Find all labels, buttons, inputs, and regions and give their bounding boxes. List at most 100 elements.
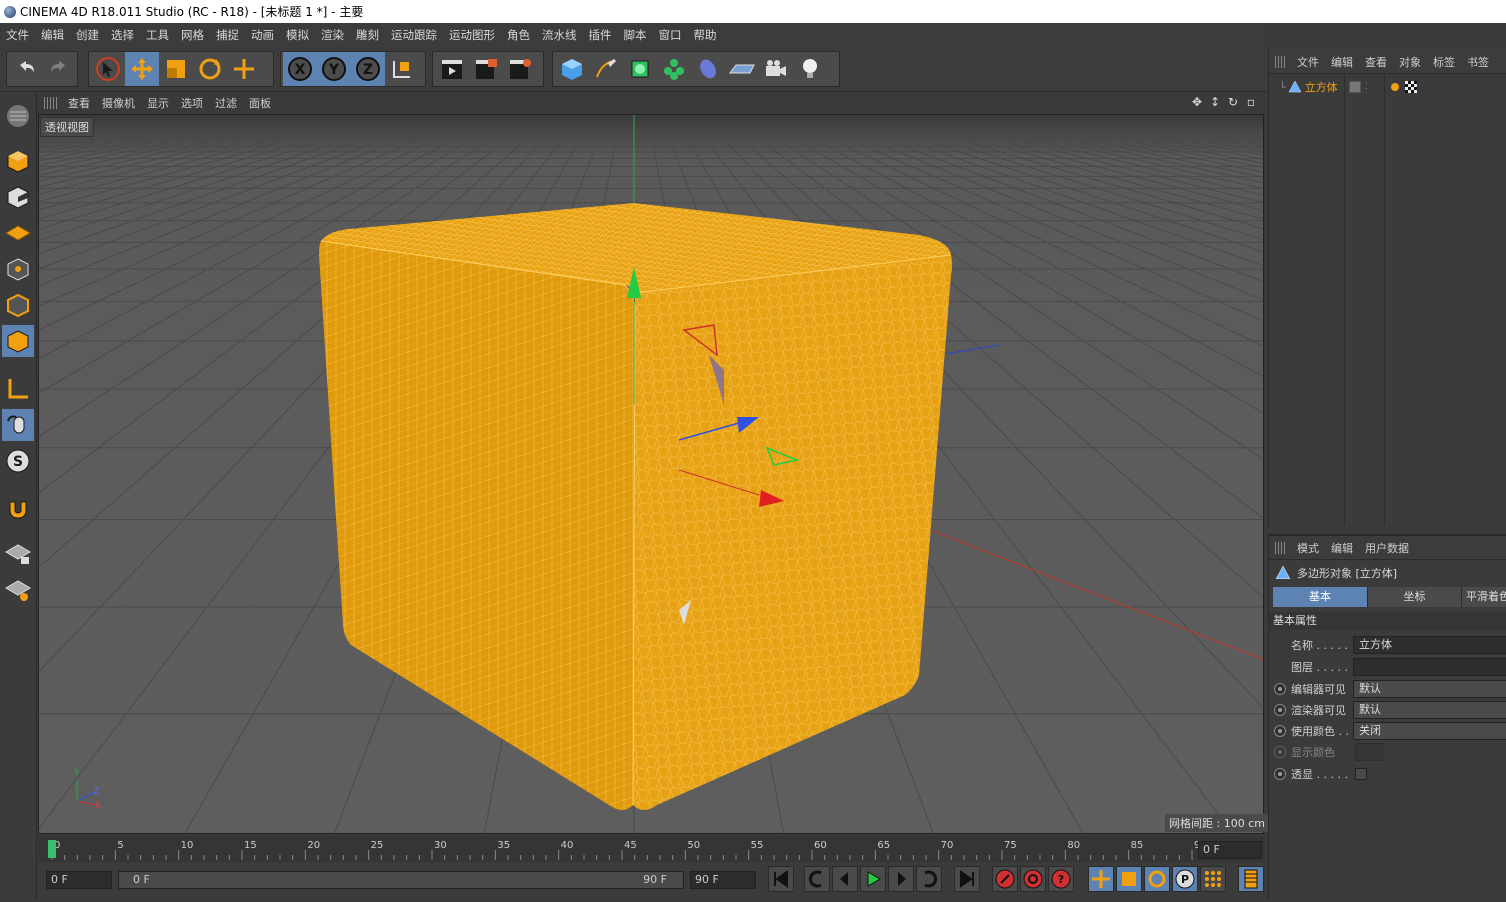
am-menu-edit[interactable]: 编辑: [1327, 540, 1361, 556]
menu-window[interactable]: 窗口: [653, 27, 688, 43]
edges-mode-icon[interactable]: [2, 289, 34, 321]
move-icon[interactable]: [125, 52, 159, 86]
record-keys-icon[interactable]: [992, 866, 1018, 892]
camera-icon[interactable]: [759, 52, 793, 86]
snap-magnet-icon[interactable]: [2, 492, 34, 524]
end-frame-field[interactable]: 90 F: [690, 871, 756, 889]
key-scale-icon[interactable]: [1116, 866, 1142, 892]
cube-icon[interactable]: [555, 52, 589, 86]
live-select-icon[interactable]: [227, 52, 261, 86]
menu-tools[interactable]: 工具: [140, 27, 175, 43]
rotate-icon[interactable]: [193, 52, 227, 86]
key-position-icon[interactable]: [1088, 866, 1114, 892]
phong-tag-icon[interactable]: [1391, 83, 1399, 91]
next-frame-icon[interactable]: [888, 866, 914, 892]
name-field[interactable]: 立方体: [1353, 636, 1506, 654]
layer-field[interactable]: [1353, 658, 1506, 676]
xray-checkbox[interactable]: [1355, 768, 1367, 780]
goto-end-icon[interactable]: [954, 866, 980, 892]
undo-icon[interactable]: [9, 52, 42, 86]
start-frame-field[interactable]: 0 F: [46, 871, 112, 889]
deformer-icon[interactable]: [691, 52, 725, 86]
render-view-icon[interactable]: [435, 52, 469, 86]
menu-character[interactable]: 角色: [501, 27, 536, 43]
scale-icon[interactable]: [159, 52, 193, 86]
viewport-menu-display[interactable]: 显示: [143, 95, 177, 111]
om-menu-file[interactable]: 文件: [1293, 54, 1327, 70]
z-axis-icon[interactable]: Z: [351, 52, 385, 86]
menu-help[interactable]: 帮助: [688, 27, 723, 43]
menu-pipeline[interactable]: 流水线: [536, 27, 583, 43]
material-tag-icon[interactable]: [1405, 81, 1417, 93]
menu-edit[interactable]: 编辑: [35, 27, 70, 43]
points-mode-icon[interactable]: [2, 253, 34, 285]
cloner-icon[interactable]: [657, 52, 691, 86]
model-mode-icon[interactable]: [2, 145, 34, 177]
autokey-icon[interactable]: [1020, 866, 1046, 892]
menu-mesh[interactable]: 网格: [175, 27, 210, 43]
pen-icon[interactable]: [589, 52, 623, 86]
animate-radio-icon[interactable]: [1274, 704, 1286, 716]
key-pla-icon[interactable]: [1200, 866, 1226, 892]
use-color-dropdown[interactable]: 关闭: [1353, 722, 1506, 740]
viewport-menu-panel[interactable]: 面板: [245, 95, 279, 111]
menu-file[interactable]: 文件: [0, 27, 35, 43]
om-menu-tags[interactable]: 标签: [1429, 54, 1463, 70]
viewport-menu-camera[interactable]: 摄像机: [98, 95, 143, 111]
visibility-dots-icon[interactable]: ⁚: [1365, 82, 1368, 92]
play-icon[interactable]: [860, 866, 886, 892]
display-color-swatch[interactable]: [1355, 743, 1383, 761]
tweak-mode-icon[interactable]: [2, 409, 34, 441]
timeline-ruler[interactable]: 051015202530354045505560657075808590 0 F: [38, 836, 1264, 862]
subdivision-icon[interactable]: [623, 52, 657, 86]
layer-icon[interactable]: [1349, 81, 1361, 93]
object-row-cube[interactable]: └ 立方体 ⁚: [1269, 78, 1506, 96]
prev-frame-icon[interactable]: [832, 866, 858, 892]
animate-radio-icon[interactable]: [1274, 725, 1286, 737]
lock-workplane-icon[interactable]: [2, 538, 34, 570]
current-frame-marker[interactable]: [48, 840, 56, 858]
menu-animate[interactable]: 动画: [245, 27, 280, 43]
am-menu-mode[interactable]: 模式: [1293, 540, 1327, 556]
orbit-icon[interactable]: ↻: [1226, 95, 1240, 109]
om-menu-edit[interactable]: 编辑: [1327, 54, 1361, 70]
key-rotation-icon[interactable]: [1144, 866, 1170, 892]
solo-mode-icon[interactable]: S: [2, 445, 34, 477]
menu-plugins[interactable]: 插件: [583, 27, 618, 43]
animate-radio-icon[interactable]: [1274, 768, 1286, 780]
range-slider[interactable]: 0 F 90 F: [118, 871, 684, 889]
viewport-menu-options[interactable]: 选项: [177, 95, 211, 111]
prev-key-icon[interactable]: [804, 866, 830, 892]
dolly-icon[interactable]: ↕: [1208, 95, 1222, 109]
menu-simulate[interactable]: 模拟: [280, 27, 315, 43]
timeline-window-icon[interactable]: [1238, 866, 1264, 892]
tab-phong[interactable]: 平滑着色: [1461, 587, 1506, 607]
tab-basic[interactable]: 基本: [1273, 587, 1367, 607]
y-axis-icon[interactable]: Y: [317, 52, 351, 86]
am-menu-userdata[interactable]: 用户数据: [1361, 540, 1417, 556]
perspective-viewport[interactable]: Y Z X: [38, 114, 1264, 834]
render-picture-viewer-icon[interactable]: [469, 52, 503, 86]
coordinate-system-icon[interactable]: [385, 52, 419, 86]
pan-icon[interactable]: ✥: [1190, 95, 1204, 109]
maximize-icon[interactable]: ▫: [1244, 95, 1258, 109]
make-editable-icon[interactable]: [2, 100, 34, 132]
key-parameter-icon[interactable]: P: [1172, 866, 1198, 892]
x-axis-icon[interactable]: X: [283, 52, 317, 86]
select-icon[interactable]: [91, 52, 125, 86]
menu-sculpt[interactable]: 雕刻: [350, 27, 385, 43]
goto-start-icon[interactable]: [768, 866, 794, 892]
redo-icon[interactable]: [42, 52, 75, 86]
menu-snap[interactable]: 捕捉: [210, 27, 245, 43]
om-menu-bookmarks[interactable]: 书签: [1463, 54, 1497, 70]
menu-motion-tracker[interactable]: 运动跟踪: [385, 27, 443, 43]
tab-coord[interactable]: 坐标: [1367, 587, 1461, 607]
menu-mograph[interactable]: 运动图形: [443, 27, 501, 43]
editor-visible-dropdown[interactable]: 默认: [1353, 680, 1506, 698]
object-name[interactable]: 立方体: [1305, 79, 1338, 95]
menu-select[interactable]: 选择: [105, 27, 140, 43]
viewport-menu-filter[interactable]: 过滤: [211, 95, 245, 111]
menu-script[interactable]: 脚本: [618, 27, 653, 43]
light-icon[interactable]: [793, 52, 827, 86]
enable-axis-icon[interactable]: [2, 373, 34, 405]
